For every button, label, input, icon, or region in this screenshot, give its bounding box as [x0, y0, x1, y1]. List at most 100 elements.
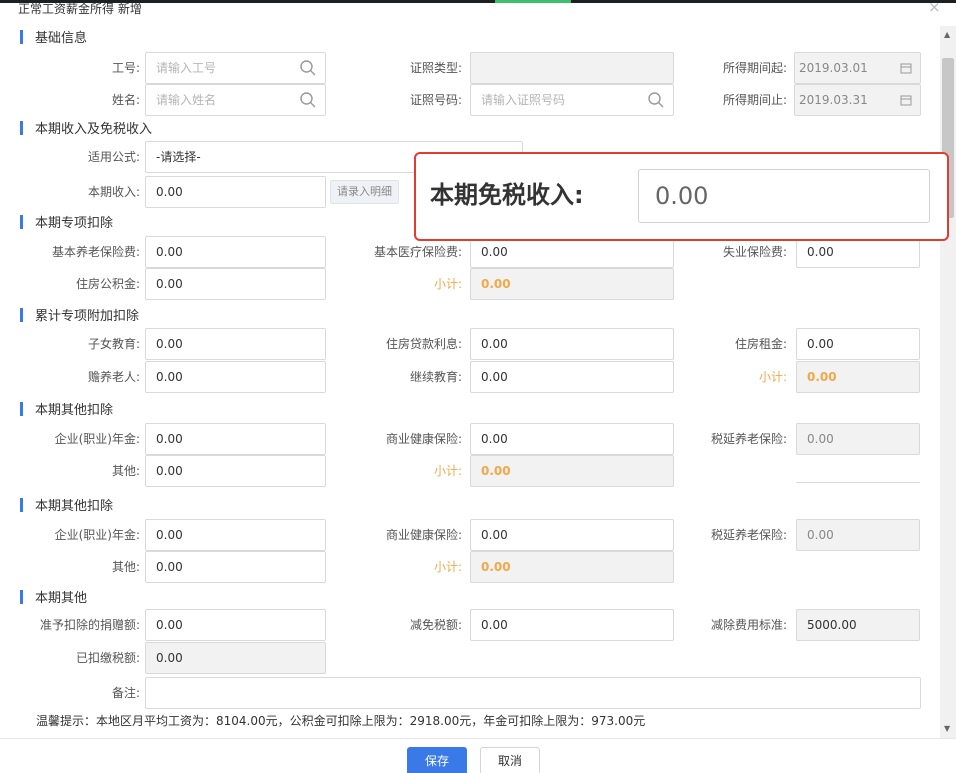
remark-input[interactable]	[145, 677, 921, 709]
paid-tax-value: 0.00	[145, 642, 326, 674]
scroll-down-icon[interactable]: ▼	[944, 724, 950, 733]
section-title: 本期收入及免税收入	[35, 122, 153, 137]
donation-input[interactable]: 0.00	[145, 609, 326, 641]
cancel-button[interactable]: 取消	[480, 747, 540, 773]
tax-relief-input[interactable]: 0.00	[470, 609, 674, 641]
subtotal-label: 小计:	[433, 560, 462, 574]
section-bar	[20, 590, 23, 604]
scrollbar[interactable]: ▲ ▼	[940, 26, 956, 738]
paid-tax-label: 已扣缴税额:	[75, 651, 140, 665]
section-title: 基础信息	[35, 31, 88, 46]
period-end-label: 所得期间止:	[722, 93, 787, 107]
section-title: 本期专项扣除	[35, 216, 114, 231]
elderly-input[interactable]: 0.00	[145, 361, 326, 393]
id-no-label: 证照号码:	[409, 93, 462, 107]
divider	[796, 482, 920, 483]
scroll-up-icon[interactable]: ▲	[944, 30, 950, 39]
calendar-icon[interactable]	[900, 62, 912, 74]
search-icon[interactable]	[299, 91, 317, 109]
section-misc: 本期其他	[20, 590, 87, 608]
tax-free-income-input[interactable]: 0.00	[638, 169, 930, 223]
elderly-label: 赡养老人:	[87, 370, 140, 384]
health-ins-label: 商业健康保险:	[385, 432, 462, 446]
subtotal-value: 0.00	[470, 268, 674, 300]
other-label: 其他:	[111, 464, 140, 478]
income-input[interactable]: 0.00	[145, 176, 326, 208]
zoom-callout: 本期免税收入: 0.00	[414, 152, 949, 241]
subtotal-label: 小计:	[433, 277, 462, 291]
id-no-input[interactable]: 请输入证照号码	[470, 84, 674, 116]
save-button[interactable]: 保存	[407, 747, 467, 773]
annuity-label: 企业(职业)年金:	[54, 432, 140, 446]
section-special: 本期专项扣除	[20, 215, 113, 233]
income-label: 本期收入:	[87, 185, 140, 199]
id-type-label: 证照类型:	[409, 61, 462, 75]
dialog-footer: 保存 取消	[0, 738, 956, 773]
housing-fund-input[interactable]: 0.00	[145, 268, 326, 300]
continuing-edu-label: 继续教育:	[409, 370, 462, 384]
deferred-pension-value: 0.00	[796, 423, 920, 455]
other-input[interactable]: 0.00	[145, 455, 326, 487]
section-title: 本期其他扣除	[35, 499, 114, 514]
formula-label: 适用公式:	[87, 150, 140, 164]
children-edu-input[interactable]: 0.00	[145, 328, 326, 360]
section-title: 本期其他扣除	[35, 403, 114, 418]
housing-fund-label: 住房公积金:	[75, 277, 140, 291]
annuity-input[interactable]: 0.00	[145, 423, 326, 455]
donation-label: 准予扣除的捐赠额:	[39, 618, 140, 632]
tax-relief-label: 减免税额:	[409, 618, 462, 632]
emp-id-input[interactable]: 请输入工号	[145, 52, 326, 84]
pension-input[interactable]: 0.00	[145, 236, 326, 268]
deferred-pension-label: 税延养老保险:	[710, 432, 787, 446]
section-income: 本期收入及免税收入	[20, 121, 152, 139]
section-other-1: 本期其他扣除	[20, 402, 113, 420]
deduction-standard-label: 减除费用标准:	[710, 618, 787, 632]
tax-free-income-label: 本期免税收入:	[430, 181, 584, 209]
subtotal-value: 0.00	[470, 455, 674, 487]
active-tab-accent	[495, 0, 571, 3]
remark-label: 备注:	[111, 686, 140, 700]
section-bar	[20, 402, 23, 416]
calendar-icon[interactable]	[900, 94, 912, 106]
period-end-date[interactable]: 2019.03.31	[794, 84, 921, 116]
tip-text: 温馨提示：本地区月平均工资为：8104.00元，公积金可扣除上限为：2918.0…	[36, 714, 646, 728]
subtotal-value: 0.00	[796, 361, 920, 393]
rent-input[interactable]: 0.00	[796, 328, 920, 360]
health-ins-label: 商业健康保险:	[385, 528, 462, 542]
id-type-select[interactable]	[470, 52, 674, 84]
section-bar	[20, 215, 23, 229]
section-additional: 累计专项附加扣除	[20, 308, 139, 326]
housing-loan-input[interactable]: 0.00	[470, 328, 674, 360]
close-icon[interactable]: ×	[928, 0, 941, 15]
subtotal-label: 小计:	[758, 370, 787, 384]
annuity-label: 企业(职业)年金:	[54, 528, 140, 542]
detail-entry-button[interactable]: 请录入明细	[330, 180, 399, 204]
search-icon[interactable]	[299, 59, 317, 77]
housing-loan-label: 住房贷款利息:	[385, 337, 462, 351]
form-body: 基础信息 工号: 请输入工号 证照类型: 所得期间起: 2019.03.01 姓…	[0, 26, 940, 734]
section-basic: 基础信息	[20, 30, 87, 48]
name-label: 姓名:	[111, 93, 140, 107]
section-bar	[20, 30, 23, 44]
other-input[interactable]: 0.00	[145, 551, 326, 583]
continuing-edu-input[interactable]: 0.00	[470, 361, 674, 393]
deferred-pension-value: 0.00	[796, 519, 920, 551]
subtotal-value: 0.00	[470, 551, 674, 583]
section-bar	[20, 308, 23, 322]
section-title: 累计专项附加扣除	[35, 309, 140, 324]
period-start-label: 所得期间起:	[722, 61, 787, 75]
name-input[interactable]: 请输入姓名	[145, 84, 326, 116]
subtotal-label: 小计:	[433, 464, 462, 478]
section-bar	[20, 498, 23, 512]
period-start-date[interactable]: 2019.03.01	[794, 52, 921, 84]
top-strip	[0, 0, 956, 3]
rent-label: 住房租金:	[734, 337, 787, 351]
emp-id-label: 工号:	[111, 61, 140, 75]
section-bar	[20, 121, 23, 135]
annuity-input[interactable]: 0.00	[145, 519, 326, 551]
health-ins-input[interactable]: 0.00	[470, 423, 674, 455]
deduction-standard-select[interactable]: 5000.00	[796, 609, 920, 641]
deferred-pension-label: 税延养老保险:	[710, 528, 787, 542]
dialog-title: 正常工资薪金所得 新增	[18, 2, 142, 16]
health-ins-input[interactable]: 0.00	[470, 519, 674, 551]
